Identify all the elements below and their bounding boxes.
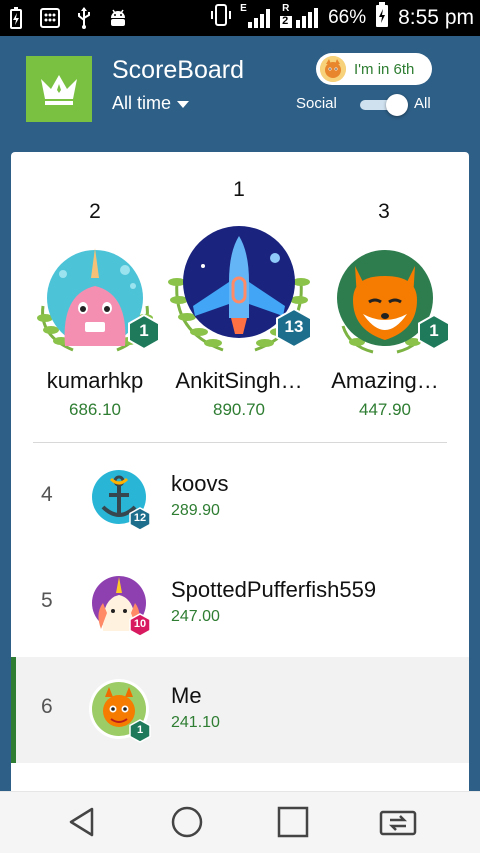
row-name: Me xyxy=(171,683,202,708)
row-rank: 6 xyxy=(41,695,53,718)
crown-logo xyxy=(26,56,92,122)
battery-charging-icon xyxy=(6,7,26,29)
filter-all-label: All xyxy=(414,95,431,112)
level-badge: 1 xyxy=(127,313,161,355)
back-button[interactable] xyxy=(62,804,102,844)
signal-e-icon: E xyxy=(240,3,272,30)
usb-icon xyxy=(74,7,94,29)
level-value: 1 xyxy=(429,321,439,340)
my-rank-chip[interactable]: I'm in 6th xyxy=(316,53,432,85)
level-badge: 10 xyxy=(129,613,151,642)
network-r-label: R xyxy=(282,3,290,14)
anchor-avatar-icon: 12 xyxy=(89,467,151,531)
podium-rank-1: 1 xyxy=(233,178,245,201)
chevron-down-icon xyxy=(177,93,190,114)
level-value: 13 xyxy=(284,317,304,336)
page-title: ScoreBoard xyxy=(112,56,245,84)
signal-r-icon: 2 R xyxy=(280,3,320,30)
clock: 8:55 pm xyxy=(398,6,474,29)
period-label: All time xyxy=(112,93,172,113)
podium-score-3: 447.90 xyxy=(359,400,411,419)
battery-icon xyxy=(374,2,390,34)
level-badge: 1 xyxy=(417,313,451,355)
podium-name-2: kumarhkp xyxy=(46,368,144,393)
level-badge: 13 xyxy=(275,307,313,353)
filter-social-label: Social xyxy=(296,95,337,112)
podium-divider xyxy=(33,442,447,443)
vibrate-icon xyxy=(210,3,232,33)
podium-score-1: 890.70 xyxy=(213,400,265,419)
level-badge: 12 xyxy=(129,507,151,536)
podium-rank-2: 2 xyxy=(89,200,101,223)
row-name: koovs xyxy=(171,471,229,496)
my-rank-label: I'm in 6th xyxy=(354,60,415,78)
leaderboard-card: 2 1 kumarhkp 686.10 1 13 AnkitSingh… 890… xyxy=(11,152,469,792)
level-value: 1 xyxy=(139,321,149,340)
podium-score-2: 686.10 xyxy=(69,400,121,419)
podium-name-3: Amazing… xyxy=(331,368,439,393)
calculator-icon xyxy=(40,7,60,29)
sim-slot-label: 2 xyxy=(282,15,289,27)
dragon-avatar-icon: 1 xyxy=(89,679,151,743)
network-e-label: E xyxy=(240,3,247,14)
status-bar: E 2 R 66% 8:55 pm xyxy=(0,0,480,36)
home-button[interactable] xyxy=(167,804,207,844)
row-name: SpottedPufferfish559 xyxy=(171,577,377,602)
recents-button[interactable] xyxy=(273,804,313,844)
leaderboard-row-me[interactable]: 6 1 Me 241.10 xyxy=(11,657,469,763)
toggle-thumb[interactable] xyxy=(386,94,408,116)
row-score: 241.10 xyxy=(171,714,220,731)
row-rank: 5 xyxy=(41,589,53,612)
podium-name-1: AnkitSingh… xyxy=(175,368,303,393)
social-all-toggle[interactable] xyxy=(360,94,408,116)
row-score: 289.90 xyxy=(171,502,220,519)
level-value: 1 xyxy=(136,724,144,736)
podium-avatar-3[interactable]: 1 xyxy=(323,246,450,360)
podium-avatar-2[interactable]: 1 xyxy=(33,246,160,360)
back-icon xyxy=(66,806,98,843)
system-nav-bar xyxy=(0,791,480,853)
level-badge: 1 xyxy=(129,719,151,748)
row-score: 247.00 xyxy=(171,608,220,625)
leaderboard-row[interactable]: 4 12 koovs 289.90 xyxy=(11,445,469,551)
recents-icon xyxy=(277,806,309,843)
switch-sim-button[interactable] xyxy=(378,804,418,844)
period-dropdown[interactable]: All time xyxy=(112,93,190,114)
dragon-avatar-icon xyxy=(320,56,346,82)
android-debug-icon xyxy=(108,7,128,29)
unicorn-avatar-icon: 10 xyxy=(89,573,151,637)
row-rank: 4 xyxy=(41,483,53,506)
app-header: ScoreBoard All time I'm in 6th Social Al… xyxy=(0,36,480,152)
podium-rank-3: 3 xyxy=(378,200,390,223)
level-value: 12 xyxy=(133,512,147,524)
switch-sim-icon xyxy=(378,806,418,843)
leaderboard-row[interactable]: 5 10 SpottedPufferfish559 247.00 xyxy=(11,551,469,657)
level-value: 10 xyxy=(133,618,147,630)
battery-percent: 66% xyxy=(328,7,367,28)
home-icon xyxy=(170,805,204,844)
podium-avatar-1[interactable]: 13 xyxy=(167,222,313,358)
